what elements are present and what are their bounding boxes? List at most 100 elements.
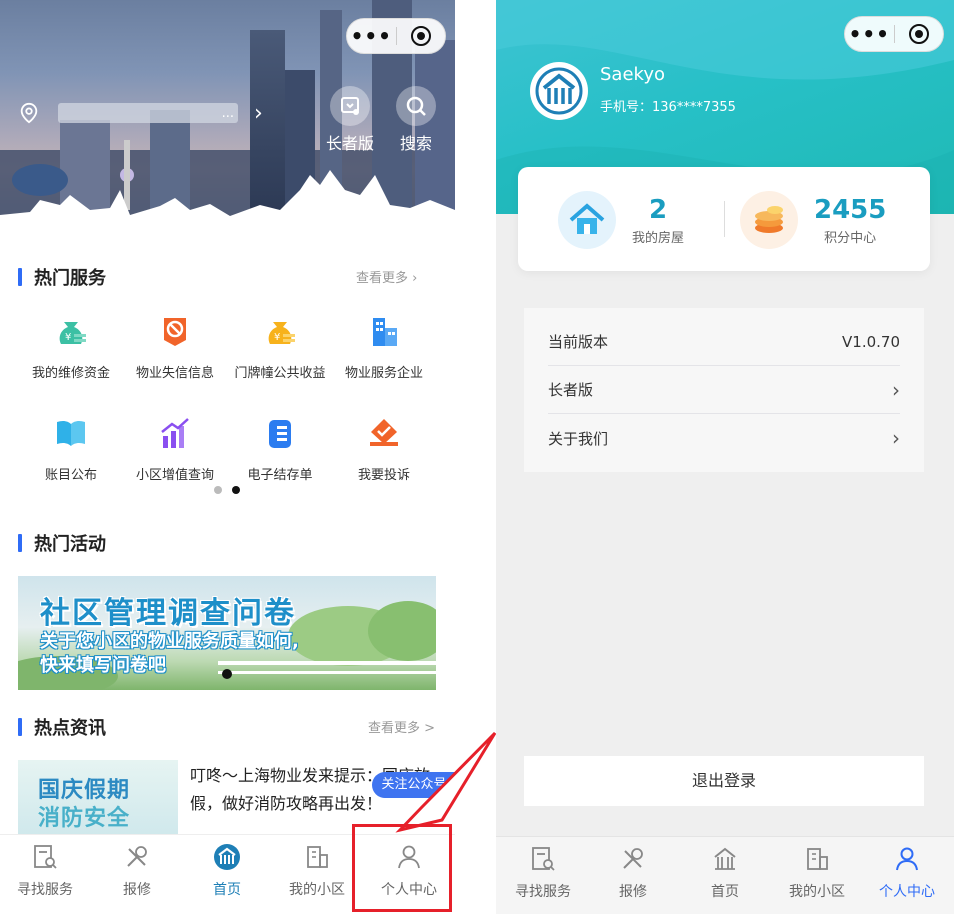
service-complaint[interactable]: 我要投诉 bbox=[329, 416, 439, 483]
tab-label: 首页 bbox=[213, 882, 241, 898]
service-dishonesty-info[interactable]: 物业失信信息 bbox=[120, 314, 230, 381]
tab-home[interactable]: 首页 bbox=[182, 843, 272, 899]
stats-divider bbox=[724, 201, 725, 237]
avatar[interactable] bbox=[530, 62, 588, 120]
chevron-right-icon: › bbox=[892, 426, 900, 450]
section-marker bbox=[18, 268, 22, 286]
logout-button[interactable]: 退出登录 bbox=[524, 756, 924, 806]
home-logo-icon bbox=[214, 844, 240, 870]
tools-icon bbox=[127, 846, 147, 867]
hot-services-title: 热门服务 bbox=[18, 264, 106, 290]
banner-line-1: 关于您小区的物业服务质量如何, bbox=[40, 631, 299, 652]
search-icon bbox=[396, 86, 436, 126]
hot-news-title: 热点资讯 bbox=[18, 714, 106, 740]
my-houses-stat[interactable]: 2 我的房屋 bbox=[558, 191, 684, 249]
search-doc-icon bbox=[34, 845, 57, 869]
complaint-icon bbox=[370, 419, 398, 446]
elder-mode-row-label: 长者版 bbox=[548, 381, 594, 399]
chart-up-icon bbox=[161, 418, 189, 448]
home-logo-icon bbox=[535, 67, 583, 115]
hot-activities-title: 热门活动 bbox=[18, 530, 106, 556]
service-value-query[interactable]: 小区增值查询 bbox=[120, 416, 230, 483]
tab-label: 寻找服务 bbox=[515, 884, 571, 900]
tab-my-community[interactable]: 我的小区 bbox=[772, 845, 862, 901]
red-pointer-arrow bbox=[395, 731, 497, 833]
svg-text:¥: ¥ bbox=[65, 332, 71, 343]
home-logo-icon bbox=[714, 847, 736, 870]
service-label: 我的维修资金 bbox=[31, 366, 110, 381]
news-thumbnail[interactable]: 国庆假期 消防安全 bbox=[18, 760, 178, 838]
user-phone: 手机号：136****7355 bbox=[600, 100, 736, 115]
tab-label: 个人中心 bbox=[879, 884, 935, 900]
section-marker bbox=[18, 534, 22, 552]
search-doc-icon bbox=[532, 847, 555, 871]
banner-line-2: 快来填写问卷吧 bbox=[40, 655, 166, 676]
address-arrow-icon: › bbox=[254, 100, 263, 126]
stats-card: 2 我的房屋 2455 积分中心 bbox=[518, 167, 930, 271]
service-label: 门牌幢公共收益 bbox=[234, 366, 326, 381]
hot-news-title-text: 热点资讯 bbox=[34, 718, 106, 739]
tab-label: 寻找服务 bbox=[17, 882, 73, 898]
hero-banner: ••• ... › 长者版 搜索 bbox=[0, 0, 455, 242]
address-selector[interactable]: ... › bbox=[18, 98, 278, 128]
tab-repair[interactable]: 报修 bbox=[588, 845, 678, 901]
service-label: 我要投诉 bbox=[357, 468, 410, 483]
coins-icon bbox=[740, 191, 798, 249]
hot-services-more-link[interactable]: 查看更多 › bbox=[356, 267, 417, 286]
banner-subtitle: 关于您小区的物业服务质量如何, 快来填写问卷吧 bbox=[40, 630, 299, 678]
more-dots-icon[interactable]: ••• bbox=[845, 16, 894, 52]
person-icon bbox=[896, 847, 918, 871]
buildings-icon bbox=[373, 318, 397, 346]
mini-program-capsule: ••• bbox=[844, 16, 944, 52]
building-icon bbox=[807, 848, 828, 870]
mini-program-capsule: ••• bbox=[346, 18, 446, 54]
section-marker bbox=[18, 718, 22, 736]
tab-label: 我的小区 bbox=[789, 884, 845, 900]
service-label: 物业服务企业 bbox=[344, 366, 423, 381]
service-accounts[interactable]: 账目公布 bbox=[16, 416, 126, 483]
document-icon bbox=[269, 420, 291, 448]
banner-title: 社区管理调查问卷 bbox=[40, 596, 296, 631]
tab-find-service[interactable]: 寻找服务 bbox=[0, 843, 90, 899]
chevron-right-icon: › bbox=[892, 377, 900, 402]
tab-repair[interactable]: 报修 bbox=[92, 843, 182, 899]
tab-label: 报修 bbox=[619, 884, 647, 900]
tab-personal-center[interactable]: 个人中心 bbox=[862, 845, 952, 901]
service-label: 小区增值查询 bbox=[135, 468, 214, 483]
elder-mode-label: 长者版 bbox=[325, 134, 374, 153]
tab-my-community[interactable]: 我的小区 bbox=[272, 843, 362, 899]
tools-icon bbox=[623, 848, 643, 869]
points-center-stat[interactable]: 2455 积分中心 bbox=[740, 191, 886, 249]
pager-dot-active[interactable] bbox=[232, 486, 240, 494]
more-dots-icon[interactable]: ••• bbox=[347, 18, 396, 54]
target-circle-icon[interactable] bbox=[396, 26, 445, 46]
service-e-statement[interactable]: 电子结存单 bbox=[225, 416, 335, 483]
pager-dot[interactable] bbox=[214, 486, 222, 494]
prohibited-icon bbox=[164, 318, 186, 346]
tab-home[interactable]: 首页 bbox=[680, 845, 770, 901]
service-repair-fund[interactable]: ¥ 我的维修资金 bbox=[16, 314, 126, 381]
house-icon bbox=[558, 191, 616, 249]
tab-label: 我的小区 bbox=[289, 882, 345, 898]
address-text: ... bbox=[58, 103, 238, 123]
user-name: Saekyo bbox=[600, 64, 665, 85]
money-bag-gold-icon: ¥ bbox=[268, 322, 295, 344]
location-pin-icon bbox=[20, 102, 38, 124]
building-icon bbox=[307, 846, 328, 868]
service-public-income[interactable]: ¥ 门牌幢公共收益 bbox=[225, 314, 335, 381]
current-version-value: V1.0.70 bbox=[842, 332, 900, 351]
survey-banner[interactable]: 社区管理调查问卷 关于您小区的物业服务质量如何, 快来填写问卷吧 bbox=[18, 576, 436, 690]
search-button[interactable]: 搜索 bbox=[386, 86, 446, 154]
about-us-row[interactable]: 关于我们 › bbox=[548, 414, 900, 462]
my-houses-count: 2 bbox=[648, 194, 668, 225]
elder-mode-row[interactable]: 长者版 › bbox=[548, 366, 900, 414]
hot-activities-title-text: 热门活动 bbox=[34, 534, 106, 555]
elder-mode-button[interactable]: 长者版 bbox=[320, 86, 380, 154]
book-icon bbox=[57, 420, 85, 446]
tab-find-service[interactable]: 寻找服务 bbox=[498, 845, 588, 901]
tab-label: 报修 bbox=[123, 882, 151, 898]
service-label: 电子结存单 bbox=[247, 468, 313, 483]
tab-label: 首页 bbox=[711, 884, 739, 900]
target-circle-icon[interactable] bbox=[894, 24, 943, 44]
service-property-company[interactable]: 物业服务企业 bbox=[329, 314, 439, 381]
